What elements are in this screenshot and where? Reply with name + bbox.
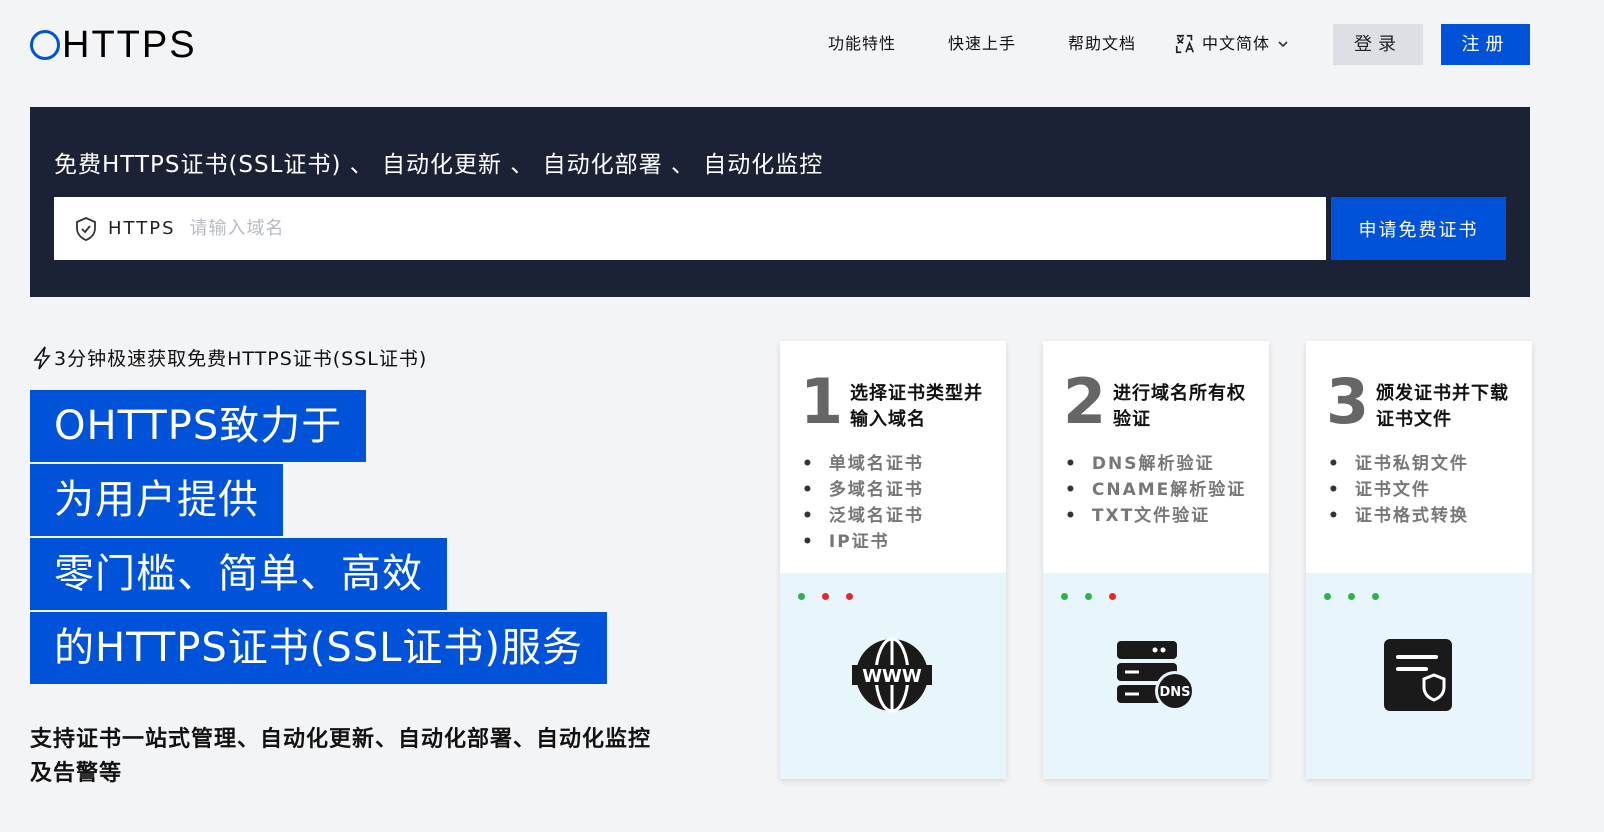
- lightning-icon: [33, 346, 51, 369]
- headline-line-3: 零门槛、简单、高效: [30, 538, 447, 610]
- domain-input[interactable]: [189, 218, 1190, 239]
- shield-check-icon: [76, 216, 96, 241]
- svg-text:WWW: WWW: [862, 666, 922, 687]
- step-number: 2: [1063, 365, 1107, 438]
- list-item: IP证书: [802, 529, 992, 555]
- headline-line-2: 为用户提供: [30, 464, 283, 536]
- status-dot: [1348, 593, 1355, 600]
- list-item: DNS解析验证: [1065, 451, 1255, 477]
- step-title: 进行域名所有权验证: [1113, 383, 1246, 430]
- list-item: 泛域名证书: [802, 503, 992, 529]
- step-list: 单域名证书 多域名证书 泛域名证书 IP证书: [802, 451, 992, 555]
- status-dot: [1324, 593, 1331, 600]
- status-dot: [822, 593, 829, 600]
- translate-icon: [1175, 34, 1195, 54]
- step-card-1: 1 选择证书类型并输入域名 单域名证书 多域名证书 泛域名证书 IP证书 WWW: [780, 341, 1006, 779]
- register-button[interactable]: 注册: [1441, 24, 1530, 65]
- status-dot: [846, 593, 853, 600]
- status-dot: [1109, 593, 1116, 600]
- step-list: 证书私钥文件 证书文件 证书格式转换: [1328, 451, 1518, 529]
- list-item: 单域名证书: [802, 451, 992, 477]
- status-dot: [1061, 593, 1068, 600]
- step-list: DNS解析验证 CNAME解析验证 TXT文件验证: [1065, 451, 1255, 529]
- nav-docs[interactable]: 帮助文档: [1068, 24, 1136, 64]
- headline-line-4: 的HTTPS证书(SSL证书)服务: [30, 612, 608, 684]
- status-dot: [798, 593, 805, 600]
- logo-ring-icon: [30, 30, 60, 60]
- list-item: CNAME解析验证: [1065, 477, 1255, 503]
- domain-search-box[interactable]: HTTPS: [54, 197, 1326, 260]
- window-dots: [1324, 593, 1379, 600]
- language-label: 中文简体: [1202, 34, 1271, 53]
- status-dot: [1372, 593, 1379, 600]
- certificate-icon: [1384, 639, 1452, 711]
- step-title: 颁发证书并下载证书文件: [1376, 383, 1509, 430]
- list-item: 证书格式转换: [1328, 503, 1518, 529]
- tagline-text: 3分钟极速获取免费HTTPS证书(SSL证书): [54, 348, 428, 370]
- list-item: 证书文件: [1328, 477, 1518, 503]
- hero-banner: 免费HTTPS证书(SSL证书) 、 自动化更新 、 自动化部署 、 自动化监控…: [30, 107, 1530, 297]
- step-number: 1: [800, 365, 844, 438]
- language-selector[interactable]: 中文简体: [1174, 24, 1290, 64]
- logo-text: HTTPS: [62, 24, 197, 66]
- step-card-2: 2 进行域名所有权验证 DNS解析验证 CNAME解析验证 TXT文件验证 DN…: [1043, 341, 1269, 779]
- window-dots: [1061, 593, 1116, 600]
- list-item: TXT文件验证: [1065, 503, 1255, 529]
- nav-features[interactable]: 功能特性: [828, 24, 896, 64]
- nav-quickstart[interactable]: 快速上手: [948, 24, 1016, 64]
- feature-subtext: 支持证书一站式管理、自动化更新、自动化部署、自动化监控及告警等: [30, 727, 652, 786]
- window-dots: [798, 593, 853, 600]
- tagline: 3分钟极速获取免费HTTPS证书(SSL证书): [32, 344, 427, 371]
- login-button[interactable]: 登录: [1333, 24, 1423, 65]
- search-prefix: HTTPS: [108, 218, 176, 239]
- list-item: 多域名证书: [802, 477, 992, 503]
- apply-free-cert-button[interactable]: 申请免费证书: [1331, 197, 1506, 260]
- status-dot: [1085, 593, 1092, 600]
- list-item: 证书私钥文件: [1328, 451, 1518, 477]
- dns-server-icon: DNS: [1117, 641, 1195, 711]
- www-globe-icon: WWW: [852, 637, 932, 713]
- step-title: 选择证书类型并输入域名: [850, 383, 983, 430]
- hero-title: 免费HTTPS证书(SSL证书) 、 自动化更新 、 自动化部署 、 自动化监控: [54, 152, 824, 178]
- headline-line-1: OHTTPS致力于: [30, 390, 367, 462]
- step-card-3: 3 颁发证书并下载证书文件 证书私钥文件 证书文件 证书格式转换: [1306, 341, 1532, 779]
- step-number: 3: [1326, 365, 1370, 438]
- svg-text:DNS: DNS: [1159, 685, 1190, 700]
- site-header: HTTPS 功能特性 快速上手 帮助文档 中文简体 登录 注册: [0, 0, 1604, 90]
- logo[interactable]: HTTPS: [30, 22, 197, 68]
- chevron-down-icon: [1278, 41, 1288, 48]
